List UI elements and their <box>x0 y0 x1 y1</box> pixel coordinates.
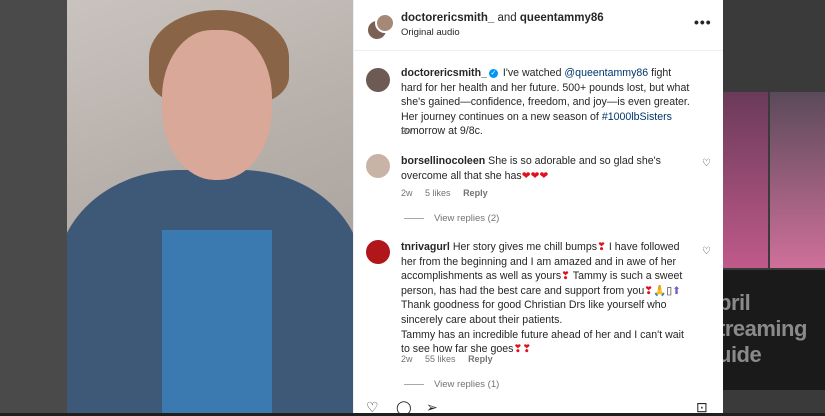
comment-username[interactable]: borsellinocoleen <box>401 155 485 167</box>
heart-emoji: ❣❣ <box>513 343 532 356</box>
audio-label[interactable]: Original audio <box>401 27 460 38</box>
like-icon[interactable]: ♡ <box>366 399 379 416</box>
post-header: doctorericsmith_ and queentammy86 Origin… <box>354 0 723 51</box>
post-photo[interactable] <box>67 0 353 413</box>
header-title: doctorericsmith_ and queentammy86 <box>401 12 604 24</box>
header-joiner: and <box>497 12 517 24</box>
photo-shirt <box>162 230 272 413</box>
timestamp: 2w <box>401 354 413 364</box>
comment-text: borsellinocoleen She is so adorable and … <box>401 154 691 183</box>
tile-text-line: pril <box>722 290 751 315</box>
praying-hands-emoji: 🙏 <box>653 284 667 297</box>
comment-text-part: Her story gives me chill bumps <box>452 241 598 253</box>
timestamp: 2w <box>401 188 413 198</box>
heart-emoji: ❤❤❤ <box>521 169 549 182</box>
verified-badge-icon: ✓ <box>488 68 498 78</box>
more-horizontal-icon[interactable]: ••• <box>694 14 712 30</box>
divider <box>404 383 424 385</box>
background-thumbnail <box>722 92 768 268</box>
header-user-link[interactable]: queentammy86 <box>520 12 604 24</box>
divider <box>404 217 424 219</box>
heart-emoji: ❣ <box>561 270 571 283</box>
avatar[interactable] <box>366 154 390 178</box>
header-user-link[interactable]: doctorericsmith_ <box>401 12 494 24</box>
view-replies-button[interactable]: View replies (2) <box>404 213 499 224</box>
background-left <box>0 0 67 413</box>
comment-text-part: Tammy has an incredible future ahead of … <box>401 328 684 356</box>
likes-count[interactable]: 5 likes <box>425 188 451 198</box>
comment-icon[interactable]: ◯ <box>396 399 412 416</box>
tile-text-line: treaming <box>722 316 807 341</box>
like-heart-icon[interactable]: ♡ <box>702 246 711 257</box>
reply-button[interactable]: Reply <box>468 354 493 364</box>
comment-text-part: Thank goodness for good Christian Drs li… <box>401 299 667 326</box>
avatar[interactable] <box>366 68 390 92</box>
timestamp: 2w <box>401 126 413 136</box>
up-arrow-emoji: ⬆ <box>672 284 682 297</box>
save-bookmark-icon[interactable]: ⊡ <box>696 399 708 416</box>
likes-count[interactable]: 55 likes <box>425 354 456 364</box>
hashtag-link[interactable]: #1000lbSisters <box>602 111 672 123</box>
caption-meta: 2w <box>401 126 423 136</box>
collab-avatars[interactable] <box>366 13 395 41</box>
share-icon[interactable]: ➢ <box>426 399 438 416</box>
background-thumbnail <box>770 92 825 268</box>
action-bar: ♡ ◯ ➢ ⊡ <box>354 399 723 416</box>
tile-text-line: uide <box>722 342 762 367</box>
comments-panel: doctorericsmith_ and queentammy86 Origin… <box>353 0 723 416</box>
reply-button[interactable]: Reply <box>463 188 488 198</box>
comment-meta: 2w 55 likes Reply <box>401 354 503 364</box>
view-replies-label: View replies (2) <box>434 213 500 224</box>
heart-emoji: ❣ <box>644 284 654 297</box>
heart-emoji: ❣ <box>597 241 606 253</box>
background-thumbnail-text: pril treaming uide <box>722 270 825 390</box>
comment-username[interactable]: tnrivagurl <box>401 241 450 253</box>
post-modal: doctorericsmith_ and queentammy86 Origin… <box>67 0 723 416</box>
photo-face <box>162 30 272 180</box>
mention-link[interactable]: @queentammy86 <box>564 67 648 79</box>
caption-text-part: I've watched <box>502 67 562 79</box>
comment-meta: 2w 5 likes Reply <box>401 188 498 198</box>
like-heart-icon[interactable]: ♡ <box>702 158 711 169</box>
avatar <box>375 13 395 33</box>
comment-text: tnrivagurl Her story gives me chill bump… <box>401 240 691 357</box>
caption-username[interactable]: doctorericsmith_ <box>401 67 487 79</box>
view-replies-label: View replies (1) <box>434 379 500 390</box>
avatar[interactable] <box>366 240 390 264</box>
caption-text: doctorericsmith_ ✓ I've watched @queentam… <box>401 66 691 139</box>
view-replies-button[interactable]: View replies (1) <box>404 379 499 390</box>
